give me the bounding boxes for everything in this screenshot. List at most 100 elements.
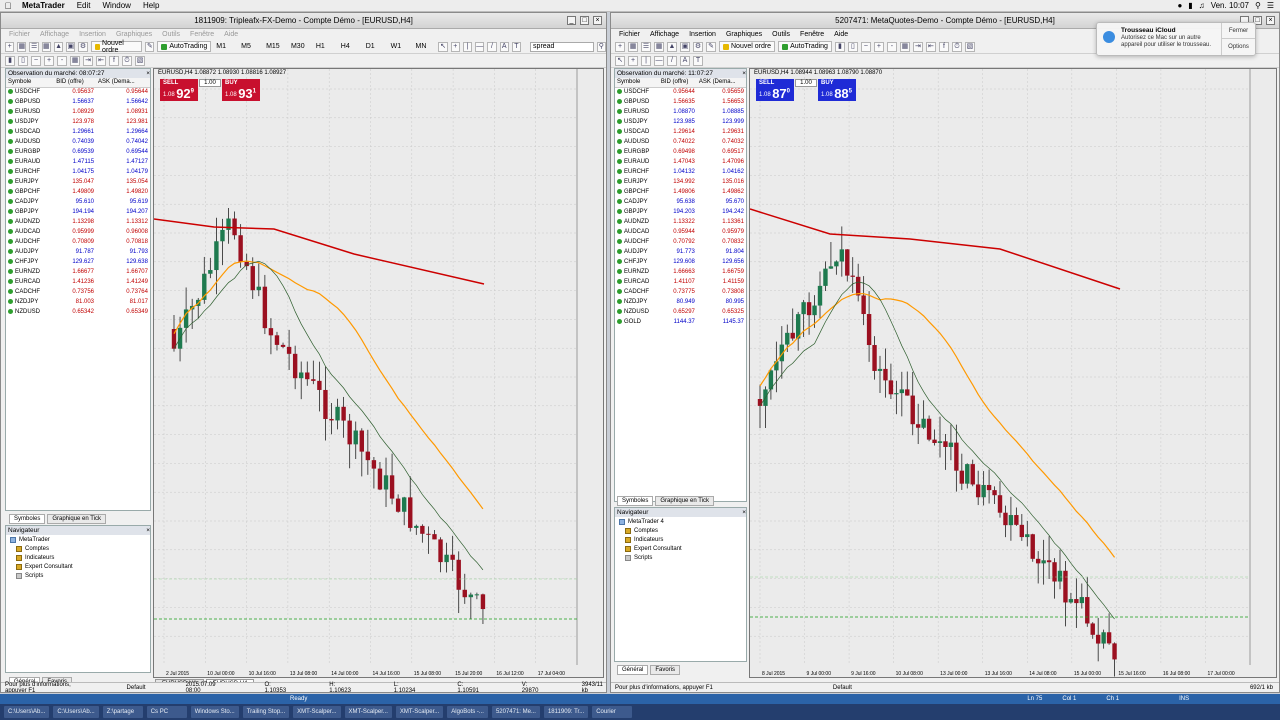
autoscroll-icon[interactable]: ⇥ [912, 41, 923, 52]
mw-row-audchf[interactable]: AUDCHF 0.70809 0.70818 [6, 237, 150, 247]
mw-row-euraud[interactable]: EURAUD 1.47043 1.47096 [615, 157, 746, 167]
trendline-icon[interactable]: / [487, 41, 497, 52]
right-new-order-button[interactable]: Nouvel ordre [719, 41, 776, 52]
metaeditor-icon[interactable]: ✎ [706, 41, 716, 52]
nav-accounts[interactable]: Comptes [6, 544, 150, 553]
profiles-icon[interactable]: ▦ [628, 41, 638, 52]
search-icon[interactable]: ⚲ [1255, 1, 1261, 10]
mw-row-eurjpy[interactable]: EURJPY 134.992 135.016 [615, 177, 746, 187]
market-watch-icon[interactable]: ☰ [29, 41, 39, 52]
left-menu-help[interactable]: Aide [224, 31, 238, 38]
battery-icon[interactable]: ▮ [1188, 1, 1192, 10]
mw-row-nzdusd[interactable]: NZDUSD 0.65297 0.65325 [615, 307, 746, 317]
periods-icon[interactable]: ⏱ [122, 55, 132, 66]
mw-row-cadjpy[interactable]: CADJPY 95.610 95.619 [6, 197, 150, 207]
nav-indicators[interactable]: Indicateurs [6, 553, 150, 562]
profiles-icon[interactable]: ▦ [17, 41, 27, 52]
mw-row-cadjpy[interactable]: CADJPY 95.638 95.670 [615, 197, 746, 207]
mw-row-audcad[interactable]: AUDCAD 0.95999 0.96008 [6, 227, 150, 237]
notification-options-button[interactable]: Options [1222, 39, 1255, 55]
hline-icon[interactable]: — [475, 41, 485, 52]
templates-icon[interactable]: ▧ [964, 41, 975, 52]
mw-row-usdcad[interactable]: USDCAD 1.29661 1.29664 [6, 127, 150, 137]
taskbar-item[interactable]: Cs PC [146, 706, 187, 718]
candle-chart-icon[interactable]: ▯ [18, 55, 28, 66]
mw-row-audcad[interactable]: AUDCAD 0.95944 0.95979 [615, 227, 746, 237]
taskbar-item[interactable]: Trailing Stop... [242, 706, 290, 718]
mw-row-audjpy[interactable]: AUDJPY 91.773 91.804 [615, 247, 746, 257]
autoscroll-icon[interactable]: ⇥ [83, 55, 93, 66]
mw-row-nzdusd[interactable]: NZDUSD 0.65342 0.65349 [6, 307, 150, 317]
left-menu-insert[interactable]: Insertion [79, 31, 106, 38]
left-mw-close-icon[interactable]: × [146, 70, 150, 77]
label-icon[interactable]: T [693, 55, 703, 66]
templates-icon[interactable]: ▧ [135, 55, 145, 66]
data-window-icon[interactable]: ▦ [41, 41, 51, 52]
bar-chart-icon[interactable]: ▮ [834, 41, 845, 52]
zoom-in-icon[interactable]: + [873, 41, 884, 52]
zoom-out-icon[interactable]: - [57, 55, 67, 66]
right-sell-button[interactable]: SELL 1.08 870 [756, 79, 794, 101]
left-sell-button[interactable]: SELL 1.08 929 [160, 79, 198, 101]
mw-row-eurusd[interactable]: EURUSD 1.08870 1.08885 [615, 107, 746, 117]
mw-header-ask[interactable]: ASK (Dema... [96, 78, 150, 88]
candle-chart-icon[interactable]: ▯ [847, 41, 858, 52]
mw-row-gbpusd[interactable]: GBPUSD 1.56635 1.56653 [615, 97, 746, 107]
tf-h4[interactable]: H4 [339, 42, 361, 52]
nav-root[interactable]: MetaTrader 4 [615, 517, 746, 526]
navigator-icon[interactable]: ▲ [667, 41, 677, 52]
new-chart-icon[interactable]: + [5, 41, 15, 52]
mw-row-euraud[interactable]: EURAUD 1.47115 1.47127 [6, 157, 150, 167]
nav-indicators[interactable]: Indicateurs [615, 535, 746, 544]
mw-row-gbpjpy[interactable]: GBPJPY 194.203 194.242 [615, 207, 746, 217]
indicators-icon[interactable]: f [938, 41, 949, 52]
mw-row-audnzd[interactable]: AUDNZD 1.13298 1.13312 [6, 217, 150, 227]
tab-favorites[interactable]: Favoris [650, 665, 681, 675]
left-menu-view[interactable]: Affichage [40, 31, 69, 38]
cursor-icon[interactable]: ↖ [438, 41, 448, 52]
mw-row-usdchf[interactable]: USDCHF 0.95644 0.95659 [615, 87, 746, 97]
right-menu-charts[interactable]: Graphiques [726, 31, 762, 38]
left-candlestick-chart[interactable]: 2 Jul 2015 10 Jul 00:00 10 Jul 16:00 13 Jul… [154, 69, 604, 678]
menu-edit[interactable]: Edit [71, 1, 97, 10]
wifi-icon[interactable]: ● [1177, 1, 1182, 10]
left-search-icon[interactable]: ⚲ [596, 41, 606, 52]
right-menu-insert[interactable]: Insertion [689, 31, 716, 38]
tf-h1[interactable]: H1 [314, 42, 336, 52]
mw-header-bid[interactable]: BID (offre) [54, 78, 97, 88]
mw-row-audnzd[interactable]: AUDNZD 1.13322 1.13361 [615, 217, 746, 227]
left-menu-tools[interactable]: Outils [162, 31, 180, 38]
crosshair-icon[interactable]: + [628, 55, 638, 66]
close-icon[interactable]: × [593, 16, 602, 25]
right-menu-file[interactable]: Fichier [619, 31, 640, 38]
mw-row-usdjpy[interactable]: USDJPY 123.978 123.981 [6, 117, 150, 127]
vline-icon[interactable]: | [462, 41, 473, 52]
mw-row-eurgbp[interactable]: EURGBP 0.69539 0.69544 [6, 147, 150, 157]
close-icon[interactable]: × [1266, 16, 1275, 25]
taskbar-item[interactable]: Windows Sto... [190, 706, 239, 718]
bar-chart-icon[interactable]: ▮ [5, 55, 15, 66]
text-icon[interactable]: A [499, 41, 509, 52]
nav-scripts[interactable]: Scripts [615, 553, 746, 562]
right-menu-window[interactable]: Fenêtre [800, 31, 824, 38]
left-menu-window[interactable]: Fenêtre [190, 31, 214, 38]
taskbar-item[interactable]: Courier [592, 706, 633, 718]
terminal-icon[interactable]: ▣ [66, 41, 76, 52]
shift-icon[interactable]: ⇤ [925, 41, 936, 52]
mw-row-audchf[interactable]: AUDCHF 0.70792 0.70832 [615, 237, 746, 247]
volume-icon[interactable]: ♫ [1199, 1, 1205, 10]
mw-row-cadchf[interactable]: CADCHF 0.73756 0.73764 [6, 287, 150, 297]
line-chart-icon[interactable]: ~ [31, 55, 41, 66]
navigator-icon[interactable]: ▲ [53, 41, 64, 52]
nav-root[interactable]: MetaTrader [6, 535, 150, 544]
maximize-icon[interactable]: □ [580, 16, 589, 25]
text-icon[interactable]: A [680, 55, 690, 66]
mw-row-chfjpy[interactable]: CHFJPY 129.627 129.638 [6, 257, 150, 267]
icloud-keychain-notification[interactable]: Trousseau iCloud Autorisez ce Mac sur un… [1096, 22, 1256, 56]
taskbar-item[interactable]: AlgoBots -... [447, 706, 488, 718]
mw-row-eurnzd[interactable]: EURNZD 1.66663 1.66759 [615, 267, 746, 277]
mw-row-eurchf[interactable]: EURCHF 1.04132 1.04162 [615, 167, 746, 177]
taskbar-item[interactable]: 1811909: Tr... [543, 706, 589, 718]
menu-help[interactable]: Help [137, 1, 165, 10]
clock[interactable]: Ven. 10:07 [1211, 1, 1249, 10]
